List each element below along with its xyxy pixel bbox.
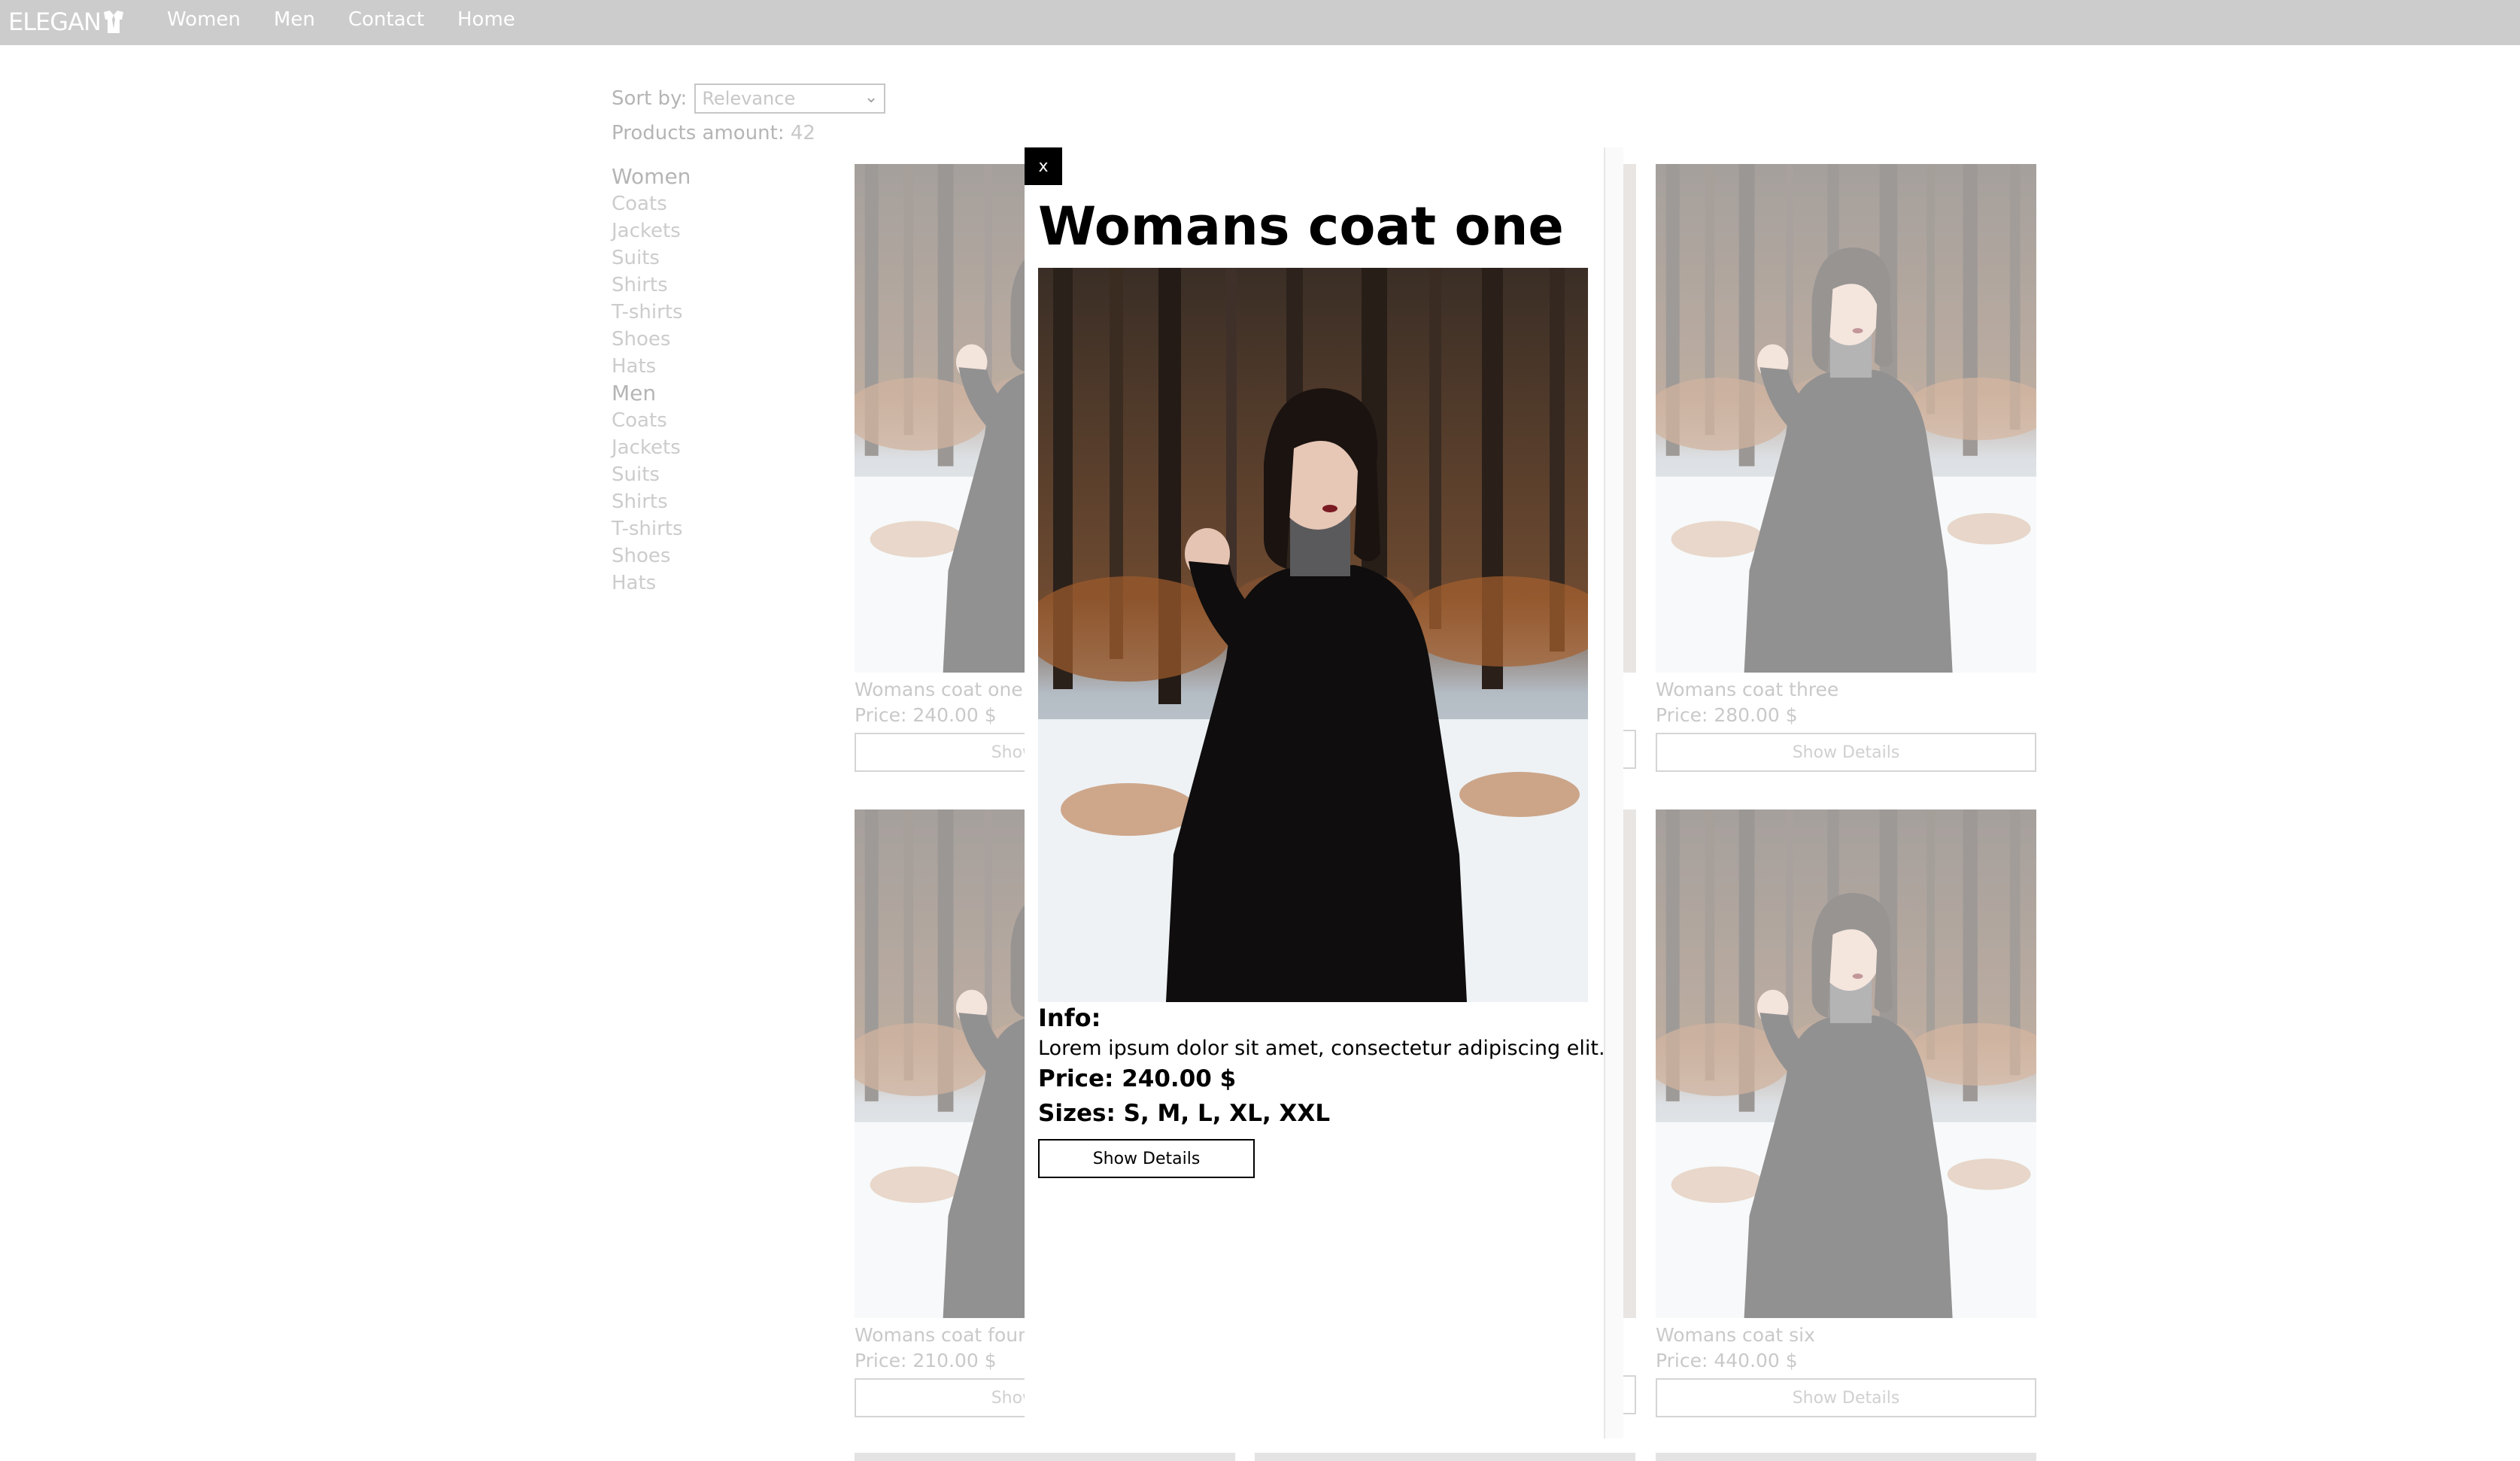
category-women-shirts[interactable]: Shirts [612, 272, 837, 299]
product-image[interactable] [1656, 164, 2036, 673]
close-button[interactable]: x [1025, 147, 1062, 185]
top-navbar: ELEGAN Women Men Contact Home [0, 0, 2520, 45]
category-men-hats[interactable]: Hats [612, 570, 837, 597]
category-men-jackets[interactable]: Jackets [612, 434, 837, 461]
show-details-button-partial[interactable] [1623, 1375, 1636, 1414]
modal-show-details-button[interactable]: Show Details [1038, 1139, 1255, 1178]
category-men-suits[interactable]: Suits [612, 461, 837, 488]
category-women-coats[interactable]: Coats [612, 190, 837, 217]
products-amount: Products amount: 42 [612, 122, 815, 144]
product-name[interactable]: Womans coat six [1656, 1323, 2036, 1348]
category-women-hats[interactable]: Hats [612, 353, 837, 380]
product-image-partial [1623, 809, 1636, 1318]
nav-men[interactable]: Men [274, 8, 315, 31]
main-nav: Women Men Contact Home [167, 8, 515, 31]
category-sidebar: Women Coats Jackets Suits Shirts T-shirt… [612, 163, 837, 597]
nav-home[interactable]: Home [457, 8, 515, 31]
category-women-shoes[interactable]: Shoes [612, 326, 837, 353]
modal-info-label: Info: [1038, 1004, 1101, 1032]
category-women-suits[interactable]: Suits [612, 245, 837, 272]
modal-info-text: Lorem ipsum dolor sit amet, consectetur … [1038, 1037, 1605, 1060]
sort-label: Sort by: [612, 87, 688, 110]
product-card-next-row [1255, 1453, 1635, 1461]
sort-row: Sort by: Relevance ⌄ [612, 84, 886, 114]
logo[interactable]: ELEGAN [8, 8, 125, 36]
sort-select[interactable]: Relevance ⌄ [694, 84, 886, 114]
category-women-jackets[interactable]: Jackets [612, 217, 837, 245]
product-price: Price: 440.00 $ [1656, 1350, 1798, 1371]
product-name[interactable]: Womans coat three [1656, 677, 2036, 703]
modal-product-image [1038, 268, 1588, 1002]
product-card: Womans coat three Price: 280.00 $ Show D… [1656, 164, 2036, 772]
show-details-button[interactable]: Show Details [1656, 733, 2036, 772]
product-card-next-row [855, 1453, 1235, 1461]
modal-title: Womans coat one [1038, 196, 1564, 257]
category-men-coats[interactable]: Coats [612, 407, 837, 434]
show-details-button-partial[interactable] [1623, 730, 1636, 769]
product-card: Womans coat six Price: 440.00 $ Show Det… [1656, 809, 2036, 1417]
product-price: Price: 280.00 $ [1656, 704, 1798, 726]
products-amount-label: Products amount: [612, 122, 785, 144]
category-women[interactable]: Women [612, 163, 837, 190]
nav-contact[interactable]: Contact [348, 8, 424, 31]
product-image-partial [1623, 164, 1636, 673]
category-women-tshirts[interactable]: T-shirts [612, 299, 837, 326]
category-men[interactable]: Men [612, 380, 837, 407]
product-image[interactable] [1656, 809, 2036, 1318]
chevron-down-icon: ⌄ [864, 88, 879, 107]
logo-text: ELEGAN [8, 8, 102, 36]
nav-women[interactable]: Women [167, 8, 241, 31]
product-card-next-row [1656, 1453, 2036, 1461]
modal-price: Price: 240.00 $ [1038, 1065, 1237, 1092]
sort-selected-value: Relevance [702, 88, 796, 109]
modal-scrollbar[interactable] [1604, 147, 1623, 1438]
category-men-shirts[interactable]: Shirts [612, 488, 837, 515]
category-men-tshirts[interactable]: T-shirts [612, 515, 837, 542]
category-men-shoes[interactable]: Shoes [612, 542, 837, 570]
modal-sizes: Sizes: S, M, L, XL, XXL [1038, 1100, 1331, 1127]
shirt-logo-icon [102, 9, 125, 35]
products-amount-value: 42 [790, 122, 815, 144]
show-details-button[interactable]: Show Details [1656, 1378, 2036, 1417]
